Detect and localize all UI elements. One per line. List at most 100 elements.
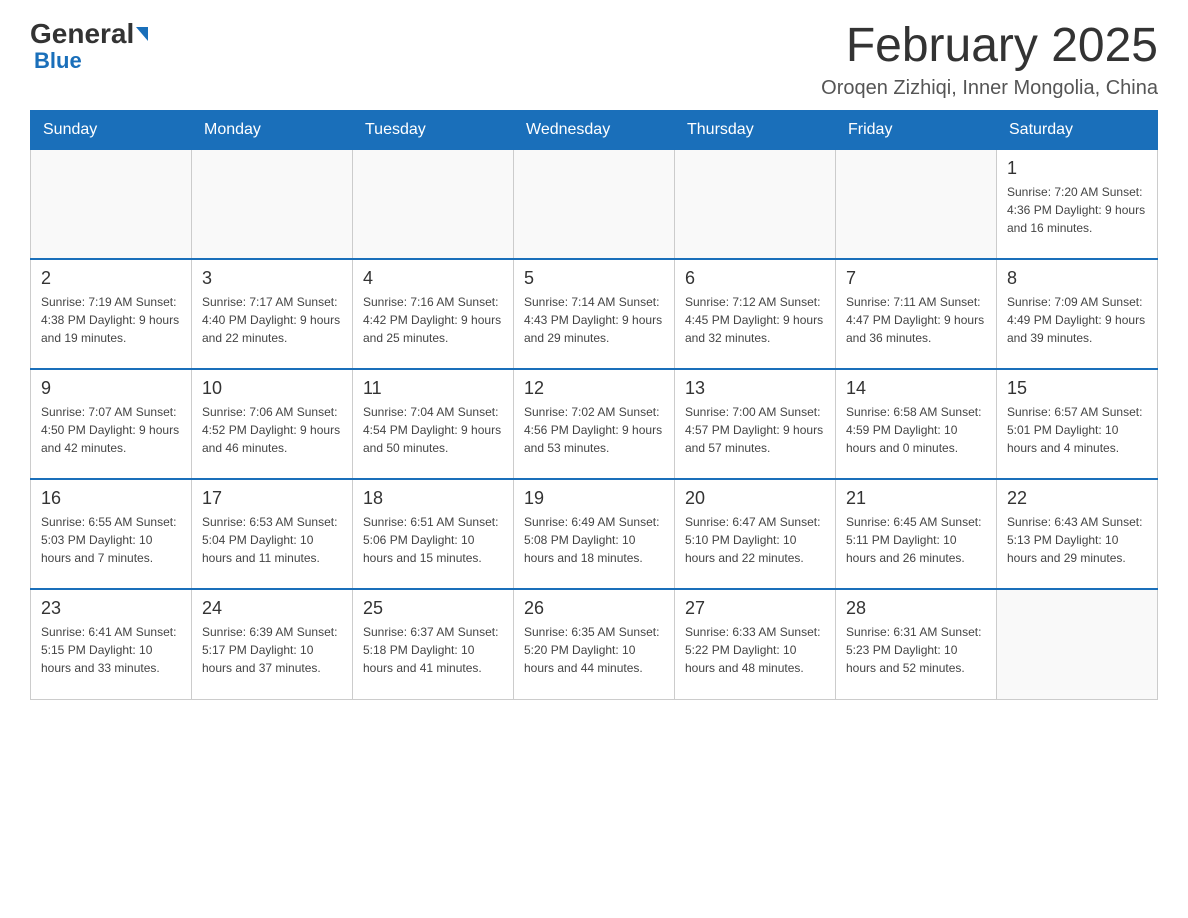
table-row [514,149,675,259]
day-number: 16 [41,488,181,509]
day-number: 24 [202,598,342,619]
table-row: 11 Sunrise: 7:04 AM Sunset: 4:54 PM Dayli… [353,369,514,479]
day-info: Sunrise: 6:55 AM Sunset: 5:03 PM Dayligh… [41,513,181,567]
title-section: February 2025 Oroqen Zizhiqi, Inner Mong… [821,20,1158,100]
day-number: 15 [1007,378,1147,399]
day-number: 13 [685,378,825,399]
table-row: 7 Sunrise: 7:11 AM Sunset: 4:47 PM Daylig… [836,259,997,369]
calendar-table: Sunday Monday Tuesday Wednesday Thursday… [30,110,1158,700]
table-row: 13Sunrise: 7:00 AM Sunset: 4:57 PM Dayli… [675,369,836,479]
day-number: 11 [363,378,503,399]
table-row: 4 Sunrise: 7:16 AM Sunset: 4:42 PM Daylig… [353,259,514,369]
day-info: Sunrise: 6:43 AM Sunset: 5:13 PM Dayligh… [1007,513,1147,567]
day-number: 10 [202,378,342,399]
day-number: 14 [846,378,986,399]
table-row: 12 Sunrise: 7:02 AM Sunset: 4:56 PM Dayli… [514,369,675,479]
day-info: Sunrise: 6:57 AM Sunset: 5:01 PM Dayligh… [1007,403,1147,457]
day-info: Sunrise: 6:31 AM Sunset: 5:23 PM Dayligh… [846,623,986,677]
day-number: 8 [1007,268,1147,289]
day-number: 26 [524,598,664,619]
day-number: 1 [1007,158,1147,179]
table-row [836,149,997,259]
table-row: 2 Sunrise: 7:19 AM Sunset: 4:38 PM Daylig… [31,259,192,369]
day-info: Sunrise: 6:41 AM Sunset: 5:15 PM Dayligh… [41,623,181,677]
day-info: Sunrise: 6:58 AM Sunset: 4:59 PM Dayligh… [846,403,986,457]
day-number: 18 [363,488,503,509]
day-number: 17 [202,488,342,509]
header-thursday: Thursday [675,110,836,149]
calendar-week-row: 2 Sunrise: 7:19 AM Sunset: 4:38 PM Daylig… [31,259,1158,369]
table-row: 14 Sunrise: 6:58 AM Sunset: 4:59 PM Dayli… [836,369,997,479]
table-row: 5 Sunrise: 7:14 AM Sunset: 4:43 PM Daylig… [514,259,675,369]
table-row [997,589,1158,699]
day-info: Sunrise: 6:33 AM Sunset: 5:22 PM Dayligh… [685,623,825,677]
table-row [31,149,192,259]
day-number: 27 [685,598,825,619]
calendar-week-row: 9 Sunrise: 7:07 AM Sunset: 4:50 PM Daylig… [31,369,1158,479]
day-info: Sunrise: 6:49 AM Sunset: 5:08 PM Dayligh… [524,513,664,567]
day-info: Sunrise: 7:07 AM Sunset: 4:50 PM Dayligh… [41,403,181,457]
day-number: 25 [363,598,503,619]
table-row: 10 Sunrise: 7:06 AM Sunset: 4:52 PM Dayli… [192,369,353,479]
day-number: 2 [41,268,181,289]
table-row: 9 Sunrise: 7:07 AM Sunset: 4:50 PM Daylig… [31,369,192,479]
calendar-week-row: 16 Sunrise: 6:55 AM Sunset: 5:03 PM Dayli… [31,479,1158,589]
day-info: Sunrise: 6:37 AM Sunset: 5:18 PM Dayligh… [363,623,503,677]
day-info: Sunrise: 6:35 AM Sunset: 5:20 PM Dayligh… [524,623,664,677]
table-row: 6 Sunrise: 7:12 AM Sunset: 4:45 PM Daylig… [675,259,836,369]
day-info: Sunrise: 7:12 AM Sunset: 4:45 PM Dayligh… [685,293,825,347]
page-header: General Blue February 2025 Oroqen Zizhiq… [30,20,1158,100]
table-row [192,149,353,259]
day-info: Sunrise: 7:11 AM Sunset: 4:47 PM Dayligh… [846,293,986,347]
calendar-week-row: 23 Sunrise: 6:41 AM Sunset: 5:15 PM Dayli… [31,589,1158,699]
day-number: 3 [202,268,342,289]
day-number: 7 [846,268,986,289]
day-info: Sunrise: 6:45 AM Sunset: 5:11 PM Dayligh… [846,513,986,567]
day-number: 19 [524,488,664,509]
day-number: 20 [685,488,825,509]
location: Oroqen Zizhiqi, Inner Mongolia, China [821,77,1158,100]
table-row: 23 Sunrise: 6:41 AM Sunset: 5:15 PM Dayli… [31,589,192,699]
day-number: 5 [524,268,664,289]
header-friday: Friday [836,110,997,149]
day-number: 12 [524,378,664,399]
table-row: 22 Sunrise: 6:43 AM Sunset: 5:13 PM Dayli… [997,479,1158,589]
day-info: Sunrise: 6:51 AM Sunset: 5:06 PM Dayligh… [363,513,503,567]
table-row: 27 Sunrise: 6:33 AM Sunset: 5:22 PM Dayli… [675,589,836,699]
day-info: Sunrise: 7:16 AM Sunset: 4:42 PM Dayligh… [363,293,503,347]
table-row: 15 Sunrise: 6:57 AM Sunset: 5:01 PM Dayli… [997,369,1158,479]
logo-blue: Blue [34,48,82,74]
day-info: Sunrise: 7:20 AM Sunset: 4:36 PM Dayligh… [1007,183,1147,237]
day-number: 6 [685,268,825,289]
table-row: 28Sunrise: 6:31 AM Sunset: 5:23 PM Dayli… [836,589,997,699]
header-tuesday: Tuesday [353,110,514,149]
day-number: 22 [1007,488,1147,509]
table-row: 8 Sunrise: 7:09 AM Sunset: 4:49 PM Daylig… [997,259,1158,369]
header-saturday: Saturday [997,110,1158,149]
day-info: Sunrise: 7:14 AM Sunset: 4:43 PM Dayligh… [524,293,664,347]
day-info: Sunrise: 7:06 AM Sunset: 4:52 PM Dayligh… [202,403,342,457]
day-info: Sunrise: 7:02 AM Sunset: 4:56 PM Dayligh… [524,403,664,457]
day-info: Sunrise: 7:19 AM Sunset: 4:38 PM Dayligh… [41,293,181,347]
calendar-week-row: 1 Sunrise: 7:20 AM Sunset: 4:36 PM Daylig… [31,149,1158,259]
day-info: Sunrise: 6:39 AM Sunset: 5:17 PM Dayligh… [202,623,342,677]
table-row [353,149,514,259]
header-monday: Monday [192,110,353,149]
day-info: Sunrise: 7:17 AM Sunset: 4:40 PM Dayligh… [202,293,342,347]
table-row: 3 Sunrise: 7:17 AM Sunset: 4:40 PM Daylig… [192,259,353,369]
table-row: 21Sunrise: 6:45 AM Sunset: 5:11 PM Dayli… [836,479,997,589]
table-row: 25 Sunrise: 6:37 AM Sunset: 5:18 PM Dayli… [353,589,514,699]
day-number: 4 [363,268,503,289]
day-info: Sunrise: 6:53 AM Sunset: 5:04 PM Dayligh… [202,513,342,567]
day-number: 9 [41,378,181,399]
table-row: 18 Sunrise: 6:51 AM Sunset: 5:06 PM Dayli… [353,479,514,589]
day-info: Sunrise: 7:09 AM Sunset: 4:49 PM Dayligh… [1007,293,1147,347]
day-info: Sunrise: 7:04 AM Sunset: 4:54 PM Dayligh… [363,403,503,457]
calendar-header-row: Sunday Monday Tuesday Wednesday Thursday… [31,110,1158,149]
logo-general: General [30,20,134,48]
month-title: February 2025 [821,20,1158,73]
day-number: 23 [41,598,181,619]
table-row: 16 Sunrise: 6:55 AM Sunset: 5:03 PM Dayli… [31,479,192,589]
logo: General Blue [30,20,148,74]
table-row: 20Sunrise: 6:47 AM Sunset: 5:10 PM Dayli… [675,479,836,589]
